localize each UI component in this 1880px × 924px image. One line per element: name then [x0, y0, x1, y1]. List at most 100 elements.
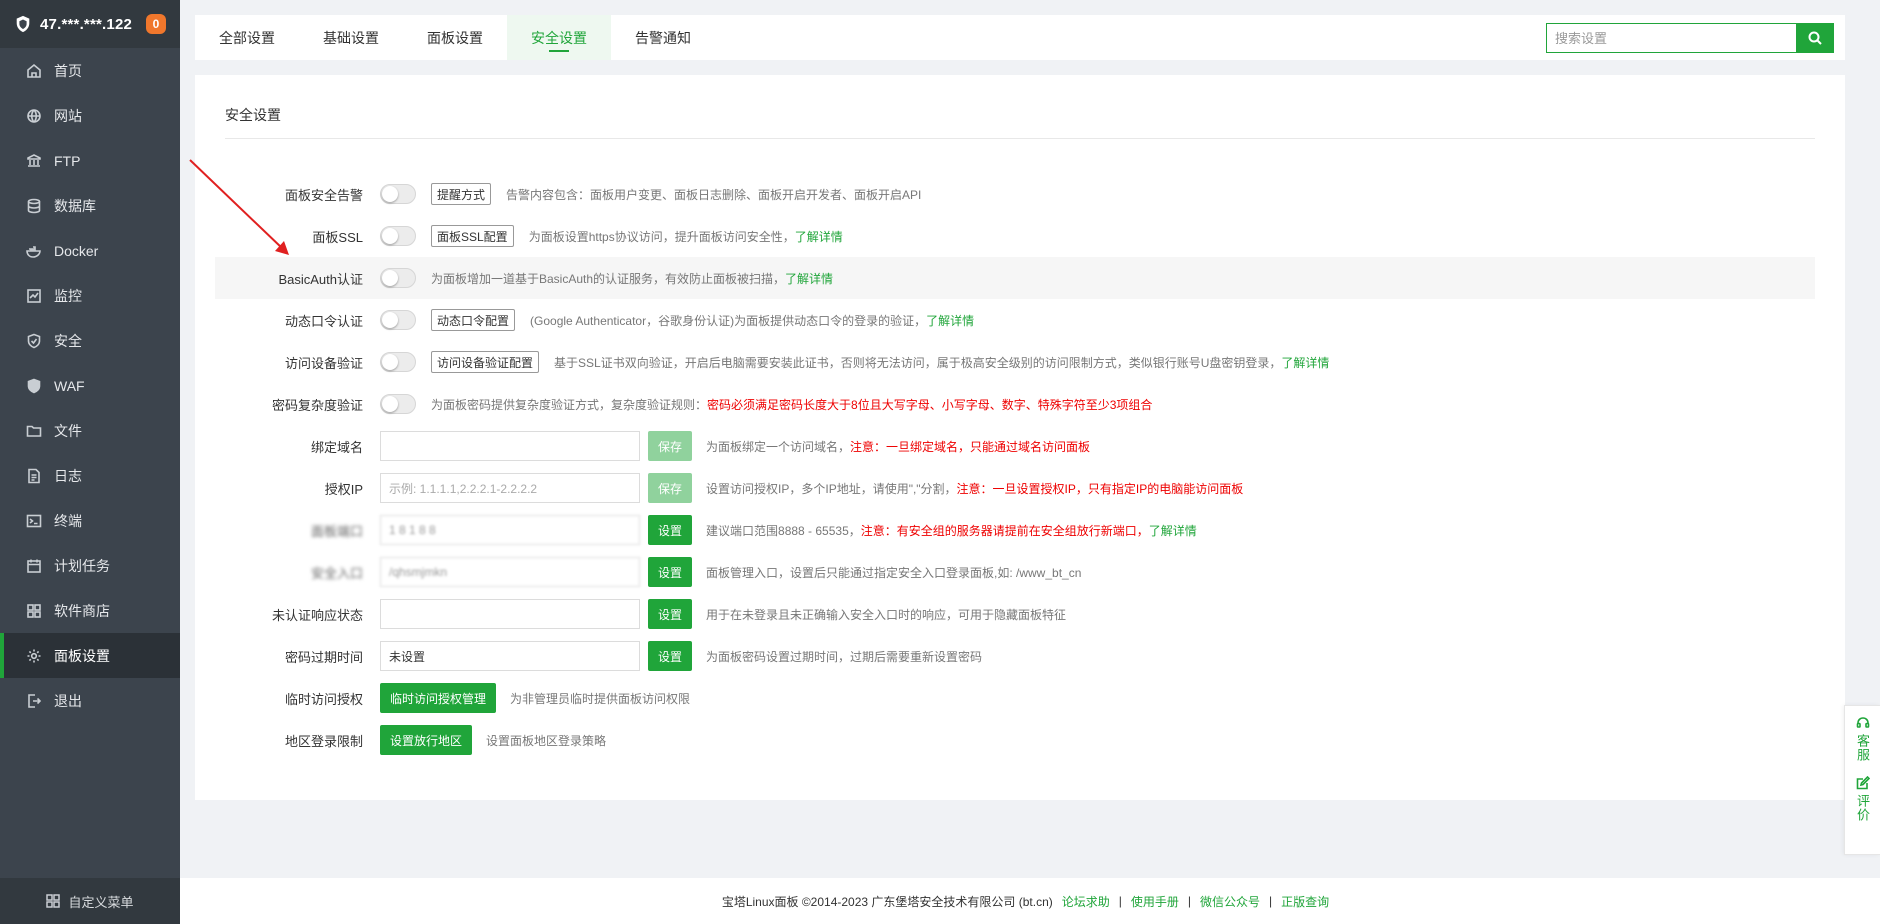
panel-port-input[interactable]: 1 8 1 8 8: [380, 515, 640, 545]
sidebar-item-store[interactable]: 软件商店: [0, 588, 180, 633]
server-ip: 47.***.***.122: [40, 15, 133, 33]
customer-service-button[interactable]: 客服: [1855, 716, 1870, 762]
domain-input[interactable]: [380, 431, 640, 461]
setting-description: 基于SSL证书双向验证，开启后电脑需要安装此证书，否则将无法访问，属于极高安全级…: [554, 354, 1329, 371]
sidebar-item-cron[interactable]: 计划任务: [0, 543, 180, 588]
entry-set-button[interactable]: 设置: [648, 557, 693, 587]
region-allow-button[interactable]: 设置放行地区: [380, 725, 473, 755]
learn-more-link[interactable]: 了解详情: [926, 314, 974, 328]
tab-panel-settings[interactable]: 面板设置: [403, 15, 507, 60]
sidebar-item-panel-settings[interactable]: 面板设置: [0, 633, 180, 678]
totp-config-button[interactable]: 动态口令配置: [431, 309, 516, 331]
home-icon: [27, 63, 41, 78]
panel-ssl-toggle[interactable]: [380, 226, 416, 246]
search-input[interactable]: [1546, 23, 1796, 53]
basicauth-toggle[interactable]: [380, 268, 416, 288]
sidebar-item-monitor[interactable]: 监控: [0, 273, 180, 318]
port-set-button[interactable]: 设置: [648, 515, 693, 545]
domain-save-button[interactable]: 保存: [648, 431, 693, 461]
setting-label: BasicAuth认证: [278, 271, 363, 287]
custom-menu-button[interactable]: 自定义菜单: [0, 878, 180, 924]
sidebar-item-label: WAF: [54, 377, 85, 394]
password-expire-input[interactable]: 未设置: [380, 641, 640, 671]
setting-row-temp-access: 临时访问授权 临时访问授权管理 为非管理员临时提供面板访问权限: [215, 677, 1815, 719]
unauth-response-select[interactable]: [380, 599, 640, 629]
security-entry-input[interactable]: /qhsmjmkn: [380, 557, 640, 587]
password-complexity-toggle[interactable]: [380, 394, 416, 414]
shield-icon: [27, 333, 41, 348]
custom-menu-label: 自定义菜单: [68, 894, 134, 910]
sidebar-item-label: FTP: [54, 152, 81, 169]
review-label: 评价: [1855, 794, 1870, 822]
tab-all-settings[interactable]: 全部设置: [195, 15, 299, 60]
edit-icon: [1856, 776, 1870, 790]
monitor-icon: [27, 288, 41, 303]
desc-text: 为面板密码设置过期时间，过期后需要重新设置密码: [706, 649, 983, 664]
setting-row-password-expire: 密码过期时间 未设置 设置 为面板密码设置过期时间，过期后需要重新设置密码: [215, 635, 1815, 677]
device-verify-config-button[interactable]: 访问设备验证配置: [431, 351, 540, 373]
learn-more-link[interactable]: 了解详情: [1281, 356, 1329, 370]
setting-label: 安全入口: [310, 565, 363, 581]
setting-row-totp: 动态口令认证 动态口令配置 (Google Authenticator，谷歌身份…: [215, 299, 1815, 341]
unauth-set-button[interactable]: 设置: [648, 599, 693, 629]
sidebar-item-docker[interactable]: Docker: [0, 228, 180, 273]
waf-icon: [27, 378, 41, 393]
authorized-ip-input[interactable]: 示例: 1.1.1.1,2.2.2.1-2.2.2.2: [380, 473, 640, 503]
tab-security-settings[interactable]: 安全设置: [507, 15, 611, 60]
sidebar-menu: 首页 网站 FTP 数据库 Docker 监控 安全 WAF 文件 日志 终端 …: [0, 48, 180, 723]
setting-description: 告警内容包含：面板用户变更、面板日志删除、面板开启开发者、面板开启API: [506, 186, 921, 203]
store-icon: [27, 603, 41, 618]
desc-text: 为面板密码提供复杂度验证方式，复杂度验证规则：: [431, 397, 708, 412]
footer-link-wechat[interactable]: 微信公众号: [1200, 893, 1260, 910]
footer-link-forum[interactable]: 论坛求助: [1062, 893, 1110, 910]
section-title: 安全设置: [225, 107, 281, 123]
sidebar-item-home[interactable]: 首页: [0, 48, 180, 93]
desc-text: (Google Authenticator，谷歌身份认证)为面板提供动态口令的登…: [530, 313, 927, 328]
sidebar-item-ftp[interactable]: FTP: [0, 138, 180, 183]
search-button[interactable]: [1796, 23, 1834, 53]
review-button[interactable]: 评价: [1855, 776, 1870, 822]
ip-save-button[interactable]: 保存: [648, 473, 693, 503]
sidebar-item-logout[interactable]: 退出: [0, 678, 180, 723]
sidebar-item-security[interactable]: 安全: [0, 318, 180, 363]
alarm-method-button[interactable]: 提醒方式: [431, 183, 492, 205]
tab-basic-settings[interactable]: 基础设置: [299, 15, 403, 60]
setting-label: 面板安全告警: [284, 187, 363, 203]
learn-more-link[interactable]: 了解详情: [1149, 524, 1197, 538]
device-verify-toggle[interactable]: [380, 352, 416, 372]
sidebar-item-waf[interactable]: WAF: [0, 363, 180, 408]
sidebar-item-logs[interactable]: 日志: [0, 453, 180, 498]
database-icon: [27, 198, 41, 213]
temp-access-manage-button[interactable]: 临时访问授权管理: [380, 683, 497, 713]
ssl-config-button[interactable]: 面板SSL配置: [431, 225, 514, 247]
desc-text: 为面板设置https协议访问，提升面板访问安全性，: [528, 229, 795, 244]
notification-badge[interactable]: 0: [146, 14, 166, 34]
learn-more-link[interactable]: 了解详情: [785, 272, 833, 286]
terminal-icon: [26, 514, 42, 527]
expire-set-button[interactable]: 设置: [648, 641, 693, 671]
setting-label: 访问设备验证: [284, 355, 363, 371]
setting-row-security-entry: 安全入口 /qhsmjmkn 设置 面板管理入口，设置后只能通过指定安全入口登录…: [215, 551, 1815, 593]
warning-text: 密码必须满足密码长度大于8位且大写字母、小写字母、数字、特殊字符至少3项组合: [707, 397, 1153, 412]
desc-text: 设置面板地区登录策略: [486, 733, 607, 748]
setting-label: 密码过期时间: [284, 649, 363, 665]
desc-text: 建议端口范围8888 - 65535，: [706, 523, 861, 538]
footer-link-license[interactable]: 正版查询: [1281, 893, 1329, 910]
sidebar-item-website[interactable]: 网站: [0, 93, 180, 138]
sidebar-header[interactable]: 47.***.***.122 0: [0, 0, 180, 48]
sidebar-item-terminal[interactable]: 终端: [0, 498, 180, 543]
sidebar-item-files[interactable]: 文件: [0, 408, 180, 453]
tab-alert-notification[interactable]: 告警通知: [611, 15, 715, 60]
learn-more-link[interactable]: 了解详情: [795, 230, 843, 244]
setting-row-password-complexity: 密码复杂度验证 为面板密码提供复杂度验证方式，复杂度验证规则：密码必须满足密码长…: [215, 383, 1815, 425]
footer-separator: |: [1118, 894, 1122, 908]
setting-row-unauth-response: 未认证响应状态 设置 用于在未登录且未正确输入安全入口时的响应，可用于隐藏面板特…: [215, 593, 1815, 635]
totp-toggle[interactable]: [380, 310, 416, 330]
security-alarm-toggle[interactable]: [380, 184, 416, 204]
desc-text: 为非管理员临时提供面板访问权限: [510, 691, 691, 706]
footer-link-manual[interactable]: 使用手册: [1131, 893, 1179, 910]
setting-label: 面板SSL: [312, 229, 363, 245]
search-icon: [1808, 31, 1822, 45]
settings-search: [1546, 23, 1834, 53]
sidebar-item-database[interactable]: 数据库: [0, 183, 180, 228]
